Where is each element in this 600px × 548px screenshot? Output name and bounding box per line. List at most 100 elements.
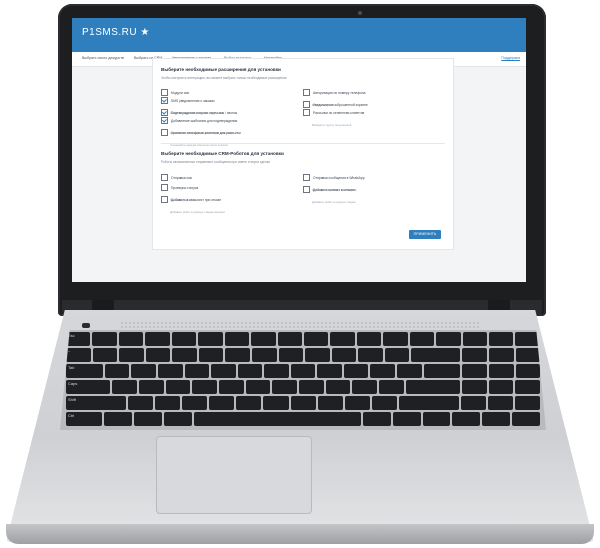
key[interactable] bbox=[317, 396, 343, 410]
key[interactable] bbox=[211, 364, 236, 378]
key[interactable] bbox=[303, 332, 329, 346]
key[interactable] bbox=[112, 380, 138, 394]
checkbox[interactable] bbox=[161, 196, 168, 204]
key[interactable] bbox=[155, 396, 181, 410]
key[interactable] bbox=[515, 332, 540, 346]
key[interactable] bbox=[277, 332, 302, 346]
key[interactable] bbox=[128, 396, 154, 410]
key[interactable] bbox=[165, 380, 191, 394]
key[interactable] bbox=[370, 364, 396, 378]
checkbox[interactable] bbox=[303, 109, 310, 117]
key[interactable] bbox=[92, 332, 117, 346]
key[interactable] bbox=[171, 332, 197, 346]
key[interactable]: Tab bbox=[66, 364, 103, 378]
key[interactable] bbox=[172, 348, 197, 362]
key[interactable] bbox=[139, 380, 164, 394]
key[interactable] bbox=[452, 412, 481, 426]
key[interactable] bbox=[264, 364, 289, 378]
key[interactable] bbox=[379, 380, 404, 394]
key[interactable] bbox=[198, 348, 224, 362]
key[interactable] bbox=[488, 380, 514, 394]
key[interactable] bbox=[192, 380, 218, 394]
key[interactable] bbox=[515, 348, 541, 362]
key[interactable]: Caps bbox=[66, 380, 111, 394]
option-segment-mailing[interactable]: Рассылки по сегментам клиентов Выберите … bbox=[303, 104, 364, 127]
checkbox[interactable] bbox=[303, 186, 310, 194]
key[interactable] bbox=[131, 364, 156, 378]
power-button-icon[interactable] bbox=[82, 323, 90, 328]
key[interactable] bbox=[163, 412, 192, 426]
key[interactable] bbox=[237, 364, 263, 378]
key[interactable] bbox=[515, 396, 541, 410]
key[interactable] bbox=[462, 332, 487, 346]
key[interactable] bbox=[251, 348, 277, 362]
key[interactable] bbox=[299, 380, 324, 394]
key[interactable] bbox=[371, 396, 397, 410]
key[interactable] bbox=[383, 332, 408, 346]
key[interactable] bbox=[290, 396, 316, 410]
key[interactable] bbox=[482, 412, 511, 426]
apply-button[interactable]: ПРИМЕНИТЬ bbox=[409, 230, 441, 239]
key[interactable] bbox=[384, 348, 410, 362]
key[interactable] bbox=[198, 332, 223, 346]
key[interactable] bbox=[392, 412, 421, 426]
key[interactable] bbox=[157, 364, 183, 378]
key[interactable] bbox=[515, 380, 541, 394]
key[interactable]: Ctrl bbox=[66, 412, 103, 426]
key[interactable] bbox=[462, 380, 487, 394]
key[interactable] bbox=[209, 396, 235, 410]
key[interactable] bbox=[330, 332, 355, 346]
key[interactable] bbox=[356, 332, 382, 346]
tab-count[interactable]: Выбрать число дежурств bbox=[82, 56, 124, 60]
key[interactable] bbox=[358, 348, 383, 362]
key[interactable] bbox=[219, 380, 244, 394]
key[interactable] bbox=[184, 364, 210, 378]
key[interactable] bbox=[317, 364, 342, 378]
option-robot-segment[interactable]: Добавить контакт в сегмент Добавьте робо… bbox=[303, 181, 356, 204]
checkbox[interactable] bbox=[161, 129, 168, 137]
key[interactable] bbox=[145, 348, 171, 362]
key[interactable] bbox=[251, 332, 276, 346]
key[interactable] bbox=[236, 396, 262, 410]
key[interactable] bbox=[423, 364, 461, 378]
key[interactable] bbox=[512, 412, 541, 426]
key[interactable] bbox=[405, 380, 461, 394]
brand-logo[interactable]: P1SMS.RU ★ bbox=[82, 27, 150, 38]
key[interactable]: ~ bbox=[66, 348, 91, 362]
key[interactable] bbox=[462, 364, 487, 378]
key[interactable] bbox=[331, 348, 357, 362]
key[interactable]: Esc bbox=[66, 332, 91, 346]
key[interactable] bbox=[422, 412, 451, 426]
key[interactable] bbox=[411, 348, 461, 362]
key[interactable] bbox=[489, 332, 514, 346]
support-link[interactable]: Поддержка bbox=[501, 56, 520, 60]
key[interactable] bbox=[398, 396, 459, 410]
option-robot-stoplist[interactable]: Добавить в стоп-лист при отказе Добавьте… bbox=[161, 191, 225, 214]
key[interactable] bbox=[488, 348, 514, 362]
key[interactable] bbox=[462, 348, 487, 362]
key[interactable] bbox=[409, 332, 435, 346]
touchpad[interactable] bbox=[156, 436, 312, 514]
key[interactable] bbox=[225, 348, 250, 362]
key[interactable] bbox=[397, 364, 422, 378]
key[interactable] bbox=[344, 396, 370, 410]
key[interactable] bbox=[278, 348, 304, 362]
key[interactable] bbox=[272, 380, 298, 394]
key[interactable] bbox=[263, 396, 289, 410]
key[interactable] bbox=[145, 332, 170, 346]
key[interactable] bbox=[343, 364, 369, 378]
key[interactable] bbox=[305, 348, 330, 362]
key[interactable] bbox=[460, 396, 486, 410]
key[interactable] bbox=[118, 332, 144, 346]
key[interactable] bbox=[352, 380, 378, 394]
key[interactable] bbox=[224, 332, 250, 346]
key[interactable] bbox=[436, 332, 461, 346]
key[interactable] bbox=[182, 396, 208, 410]
key[interactable] bbox=[134, 412, 162, 426]
key[interactable] bbox=[325, 380, 351, 394]
key[interactable]: Shift bbox=[66, 396, 127, 410]
key[interactable] bbox=[362, 412, 391, 426]
key[interactable] bbox=[488, 364, 514, 378]
key[interactable] bbox=[245, 380, 271, 394]
key[interactable] bbox=[487, 396, 514, 410]
